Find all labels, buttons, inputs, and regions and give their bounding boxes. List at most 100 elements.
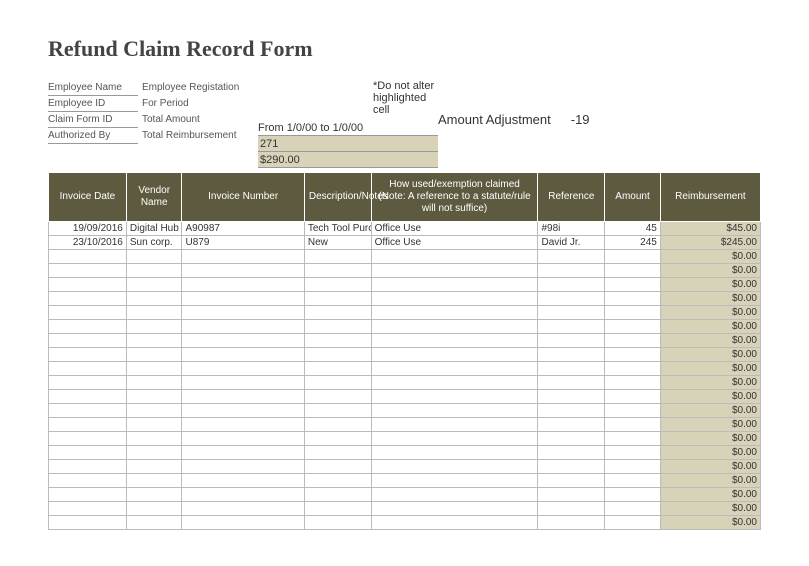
cell-vendor[interactable] (126, 446, 182, 460)
cell-how-used[interactable] (371, 334, 538, 348)
cell-how-used[interactable] (371, 418, 538, 432)
cell-how-used[interactable] (371, 264, 538, 278)
cell-invoice-number[interactable] (182, 348, 304, 362)
cell-invoice-date[interactable] (49, 502, 127, 516)
cell-description[interactable] (304, 404, 371, 418)
cell-description[interactable] (304, 460, 371, 474)
cell-description[interactable] (304, 390, 371, 404)
cell-amount[interactable] (605, 250, 661, 264)
cell-invoice-number[interactable] (182, 502, 304, 516)
cell-reimbursement[interactable]: $0.00 (660, 320, 760, 334)
cell-invoice-date[interactable] (49, 376, 127, 390)
cell-amount[interactable] (605, 502, 661, 516)
cell-how-used[interactable] (371, 292, 538, 306)
cell-invoice-number[interactable] (182, 418, 304, 432)
cell-invoice-number[interactable] (182, 306, 304, 320)
cell-invoice-number[interactable] (182, 376, 304, 390)
cell-amount[interactable] (605, 292, 661, 306)
cell-invoice-number[interactable] (182, 390, 304, 404)
cell-description[interactable] (304, 362, 371, 376)
cell-invoice-date[interactable] (49, 362, 127, 376)
cell-invoice-date[interactable] (49, 488, 127, 502)
cell-amount[interactable] (605, 306, 661, 320)
cell-reimbursement[interactable]: $0.00 (660, 404, 760, 418)
cell-invoice-number[interactable] (182, 250, 304, 264)
cell-amount[interactable] (605, 404, 661, 418)
cell-how-used[interactable] (371, 362, 538, 376)
cell-reimbursement[interactable]: $0.00 (660, 292, 760, 306)
cell-description[interactable]: New (304, 236, 371, 250)
cell-amount[interactable] (605, 418, 661, 432)
cell-reimbursement[interactable]: $0.00 (660, 432, 760, 446)
cell-reference[interactable] (538, 362, 605, 376)
cell-invoice-date[interactable] (49, 390, 127, 404)
cell-reference[interactable] (538, 376, 605, 390)
cell-amount[interactable] (605, 474, 661, 488)
cell-description[interactable] (304, 264, 371, 278)
cell-invoice-date[interactable] (49, 446, 127, 460)
cell-vendor[interactable] (126, 320, 182, 334)
cell-amount[interactable] (605, 432, 661, 446)
cell-how-used[interactable] (371, 320, 538, 334)
cell-invoice-date[interactable] (49, 250, 127, 264)
cell-amount[interactable] (605, 362, 661, 376)
cell-reimbursement[interactable]: $0.00 (660, 488, 760, 502)
cell-how-used[interactable] (371, 446, 538, 460)
cell-reference[interactable] (538, 516, 605, 530)
cell-reference[interactable] (538, 474, 605, 488)
cell-reimbursement[interactable]: $0.00 (660, 460, 760, 474)
cell-vendor[interactable] (126, 292, 182, 306)
cell-reference[interactable] (538, 404, 605, 418)
cell-invoice-number[interactable] (182, 362, 304, 376)
cell-invoice-date[interactable] (49, 418, 127, 432)
cell-description[interactable] (304, 334, 371, 348)
cell-description[interactable] (304, 474, 371, 488)
cell-how-used[interactable] (371, 460, 538, 474)
cell-how-used[interactable] (371, 502, 538, 516)
cell-description[interactable] (304, 320, 371, 334)
cell-description[interactable] (304, 278, 371, 292)
cell-vendor[interactable] (126, 334, 182, 348)
cell-reimbursement[interactable]: $0.00 (660, 446, 760, 460)
cell-invoice-date[interactable] (49, 460, 127, 474)
cell-reference[interactable] (538, 432, 605, 446)
cell-description[interactable] (304, 432, 371, 446)
cell-vendor[interactable] (126, 488, 182, 502)
cell-reimbursement[interactable]: $0.00 (660, 376, 760, 390)
cell-how-used[interactable]: Office Use (371, 222, 538, 236)
cell-description[interactable] (304, 446, 371, 460)
cell-reimbursement[interactable]: $0.00 (660, 474, 760, 488)
cell-invoice-number[interactable] (182, 292, 304, 306)
cell-amount[interactable] (605, 390, 661, 404)
cell-reimbursement[interactable]: $245.00 (660, 236, 760, 250)
cell-reference[interactable] (538, 292, 605, 306)
cell-reimbursement[interactable]: $45.00 (660, 222, 760, 236)
cell-invoice-date[interactable] (49, 516, 127, 530)
cell-invoice-number[interactable] (182, 474, 304, 488)
cell-how-used[interactable]: Office Use (371, 236, 538, 250)
cell-reimbursement[interactable]: $0.00 (660, 516, 760, 530)
cell-vendor[interactable] (126, 418, 182, 432)
cell-how-used[interactable] (371, 376, 538, 390)
cell-reference[interactable] (538, 460, 605, 474)
cell-description[interactable] (304, 376, 371, 390)
cell-invoice-date[interactable] (49, 432, 127, 446)
cell-reference[interactable]: David Jr. (538, 236, 605, 250)
cell-vendor[interactable]: Digital Hub (126, 222, 182, 236)
cell-vendor[interactable] (126, 502, 182, 516)
cell-invoice-date[interactable] (49, 306, 127, 320)
cell-amount[interactable] (605, 488, 661, 502)
cell-vendor[interactable] (126, 474, 182, 488)
cell-invoice-number[interactable] (182, 320, 304, 334)
cell-invoice-date[interactable] (49, 348, 127, 362)
cell-amount[interactable] (605, 376, 661, 390)
cell-description[interactable] (304, 488, 371, 502)
cell-amount[interactable] (605, 334, 661, 348)
cell-reference[interactable] (538, 390, 605, 404)
cell-how-used[interactable] (371, 348, 538, 362)
cell-description[interactable] (304, 516, 371, 530)
cell-invoice-number[interactable] (182, 278, 304, 292)
cell-vendor[interactable] (126, 264, 182, 278)
cell-invoice-date[interactable] (49, 278, 127, 292)
cell-vendor[interactable] (126, 460, 182, 474)
